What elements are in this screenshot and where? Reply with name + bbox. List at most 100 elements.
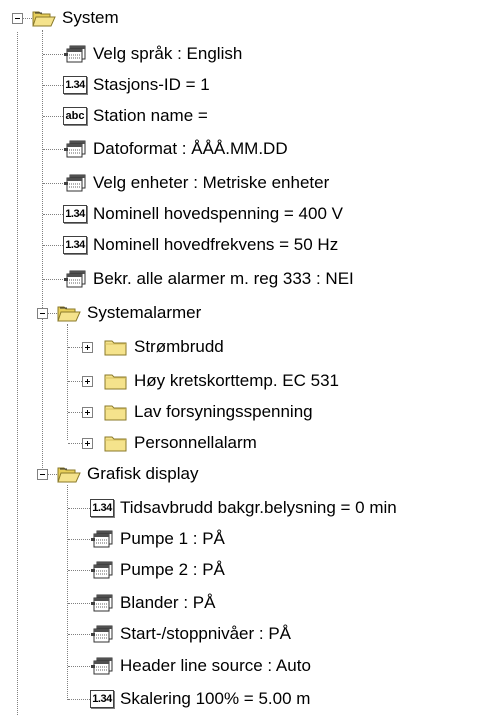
tree-node-folder[interactable]: Lav forsyningsspenning — [104, 397, 313, 427]
tree-connector — [43, 279, 63, 280]
folder-icon — [104, 336, 128, 358]
tree-leaf-item[interactable]: 1.34 Stasjons-ID = 1 — [63, 70, 210, 100]
tree-leaf-label: Bekr. alle alarmer m. reg 333 : NEI — [93, 269, 354, 288]
tree-guide-line — [17, 32, 18, 715]
tree-connector — [68, 508, 90, 509]
collapse-toggle-grafisk-display[interactable] — [37, 469, 48, 480]
list-option-icon — [90, 592, 114, 614]
list-option-icon — [63, 172, 87, 194]
tree-connector — [43, 85, 63, 86]
tree-connector — [68, 347, 82, 348]
expand-toggle-stromburdd[interactable] — [82, 342, 93, 353]
expand-toggle-lav-forsyningsspenning[interactable] — [82, 407, 93, 418]
settings-tree-view: System Velg språk : English 1.34 Stasjon… — [0, 0, 494, 715]
list-option-icon — [90, 623, 114, 645]
tree-connector — [43, 54, 63, 55]
numeric-value-icon: 1.34 — [63, 76, 87, 94]
folder-icon — [104, 401, 128, 423]
tree-node-grafisk-display[interactable]: Grafisk display — [57, 459, 198, 489]
tree-node-folder[interactable]: Høy kretskorttemp. EC 531 — [104, 366, 339, 396]
tree-leaf-item[interactable]: Datoformat : ÅÅÅ.MM.DD — [63, 134, 288, 164]
tree-leaf-item[interactable]: Start-/stoppnivåer : PÅ — [90, 619, 291, 649]
collapse-toggle-systemalarmer[interactable] — [37, 308, 48, 319]
tree-guide-line — [42, 30, 43, 478]
open-folder-icon — [57, 463, 81, 485]
folder-icon — [104, 432, 128, 454]
tree-connector — [43, 245, 63, 246]
tree-leaf-label: Velg enheter : Metriske enheter — [93, 173, 330, 192]
tree-leaf-item[interactable]: Blander : PÅ — [90, 588, 215, 618]
tree-leaf-label: Nominell hovedfrekvens = 50 Hz — [93, 235, 339, 254]
tree-node-label: Personnellalarm — [134, 433, 257, 452]
tree-connector — [68, 634, 90, 635]
tree-connector — [43, 149, 63, 150]
tree-connector — [68, 570, 90, 571]
list-option-icon — [63, 138, 87, 160]
open-folder-icon — [32, 7, 56, 29]
tree-leaf-item[interactable]: Pumpe 2 : PÅ — [90, 555, 225, 585]
tree-leaf-label: Header line source : Auto — [120, 656, 311, 675]
folder-icon — [104, 370, 128, 392]
tree-leaf-label: Datoformat : ÅÅÅ.MM.DD — [93, 139, 288, 158]
list-option-icon — [63, 43, 87, 65]
expand-toggle-hoy-kretskorttemp[interactable] — [82, 376, 93, 387]
tree-leaf-label: Pumpe 2 : PÅ — [120, 560, 225, 579]
tree-leaf-label: Station name = — [93, 106, 208, 125]
tree-leaf-label: Blander : PÅ — [120, 593, 216, 612]
tree-connector — [68, 412, 82, 413]
text-value-icon: abc — [63, 107, 87, 125]
tree-leaf-item[interactable]: Bekr. alle alarmer m. reg 333 : NEI — [63, 264, 354, 294]
tree-node-systemalarmer[interactable]: Systemalarmer — [57, 298, 201, 328]
tree-node-label: Grafisk display — [87, 464, 199, 483]
tree-connector — [48, 474, 57, 475]
list-option-icon — [63, 268, 87, 290]
tree-leaf-label: Tidsavbrudd bakgr.belysning = 0 min — [120, 498, 397, 517]
numeric-value-icon: 1.34 — [63, 205, 87, 223]
tree-node-label: Systemalarmer — [87, 303, 202, 322]
tree-connector — [23, 18, 32, 19]
tree-node-label: Lav forsyningsspenning — [134, 402, 313, 421]
tree-leaf-label: Nominell hovedspenning = 400 V — [93, 204, 343, 223]
tree-leaf-label: Skalering 100% = 5.00 m — [120, 689, 311, 708]
tree-connector — [68, 381, 82, 382]
tree-connector — [48, 313, 57, 314]
tree-node-folder[interactable]: Personnellalarm — [104, 428, 257, 458]
tree-node-label: Høy kretskorttemp. EC 531 — [134, 371, 340, 390]
tree-connector — [68, 699, 90, 700]
tree-node-folder[interactable]: Strømbrudd — [104, 332, 224, 362]
tree-guide-line — [67, 324, 68, 440]
tree-leaf-label: Velg språk : English — [93, 44, 243, 63]
tree-leaf-item[interactable]: abc Station name = — [63, 101, 208, 131]
numeric-value-icon: 1.34 — [63, 236, 87, 254]
tree-node-label: Strømbrudd — [134, 337, 224, 356]
tree-leaf-item[interactable]: 1.34 Tidsavbrudd bakgr.belysning = 0 min — [90, 493, 397, 523]
tree-connector — [68, 666, 90, 667]
tree-leaf-item[interactable]: Velg enheter : Metriske enheter — [63, 168, 329, 198]
tree-leaf-item[interactable]: 1.34 Skalering 100% = 5.00 m — [90, 684, 310, 714]
numeric-value-icon: 1.34 — [90, 690, 114, 708]
tree-connector — [68, 603, 90, 604]
numeric-value-icon: 1.34 — [90, 499, 114, 517]
tree-connector — [68, 443, 82, 444]
tree-node-label: System — [62, 8, 119, 27]
list-option-icon — [90, 559, 114, 581]
list-option-icon — [90, 528, 114, 550]
expand-toggle-personnellalarm[interactable] — [82, 438, 93, 449]
list-option-icon — [90, 655, 114, 677]
tree-leaf-label: Start-/stoppnivåer : PÅ — [120, 624, 292, 643]
collapse-toggle-system[interactable] — [12, 13, 23, 24]
tree-guide-line — [67, 485, 68, 700]
tree-connector — [68, 539, 90, 540]
tree-leaf-item[interactable]: Pumpe 1 : PÅ — [90, 524, 225, 554]
open-folder-icon — [57, 302, 81, 324]
tree-leaf-item[interactable]: Header line source : Auto — [90, 651, 311, 681]
tree-node-system[interactable]: System — [32, 3, 119, 33]
tree-leaf-item[interactable]: Velg språk : English — [63, 39, 242, 69]
tree-leaf-label: Stasjons-ID = 1 — [93, 75, 210, 94]
tree-leaf-item[interactable]: 1.34 Nominell hovedfrekvens = 50 Hz — [63, 230, 338, 260]
tree-leaf-item[interactable]: 1.34 Nominell hovedspenning = 400 V — [63, 199, 343, 229]
tree-connector — [43, 116, 63, 117]
tree-leaf-label: Pumpe 1 : PÅ — [120, 529, 225, 548]
tree-connector — [43, 214, 63, 215]
tree-connector — [43, 183, 63, 184]
